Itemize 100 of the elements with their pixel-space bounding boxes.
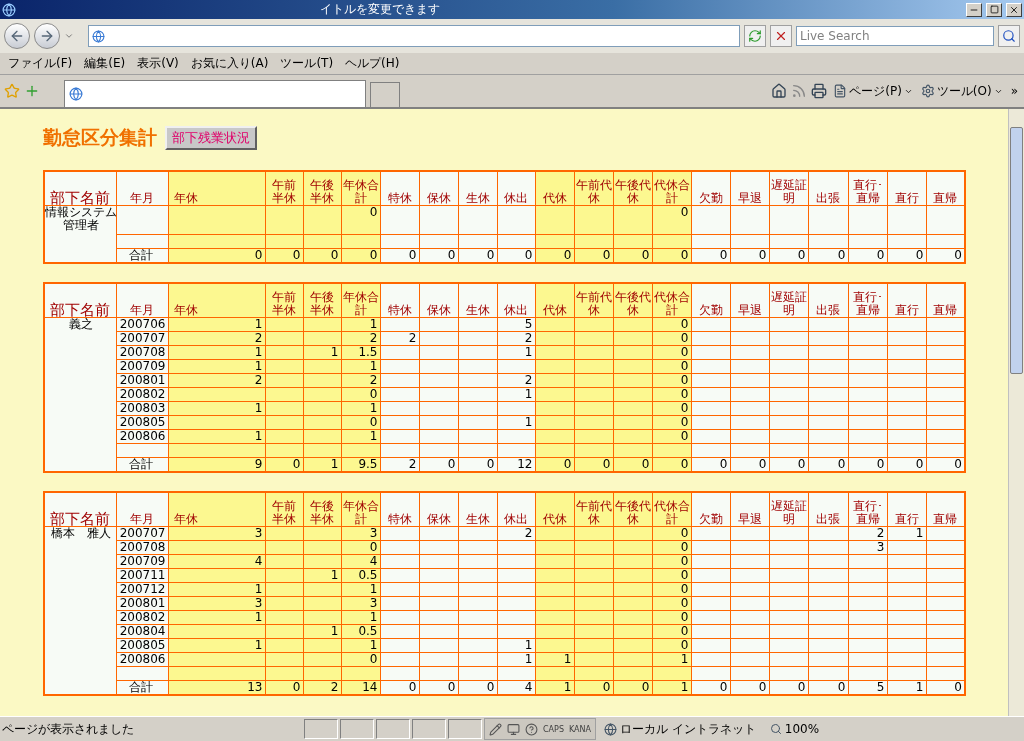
column-header: 代休 xyxy=(541,304,568,317)
browser-tab[interactable] xyxy=(64,80,366,107)
column-header: 欠勤 xyxy=(697,513,724,526)
command-button[interactable]: ページ(P) xyxy=(831,82,915,100)
month-cell: 200802 xyxy=(119,610,166,624)
menu-item[interactable]: 編集(E) xyxy=(82,54,128,73)
column-header: 遅延証明 xyxy=(769,291,808,317)
column-header: 代休 xyxy=(541,192,568,205)
table-cell: 2 xyxy=(254,373,263,387)
table-cell: 0 xyxy=(563,457,572,471)
table-cell: 0 xyxy=(680,359,689,373)
table-cell: 0 xyxy=(369,540,378,554)
table-cell: 1 xyxy=(254,582,263,596)
table-cell: 0 xyxy=(563,248,572,262)
language-bar[interactable]: CAPS KANA xyxy=(484,718,596,740)
menu-item[interactable]: ツール(T) xyxy=(278,54,336,73)
zoom-icon xyxy=(769,723,782,735)
globe-icon xyxy=(92,29,105,43)
table-cell: 2 xyxy=(524,331,533,345)
column-header: 生休 xyxy=(464,513,491,526)
column-header: 生休 xyxy=(464,304,491,317)
minimize-button[interactable] xyxy=(966,2,982,17)
month-cell: 200806 xyxy=(119,652,166,666)
column-header: 休出 xyxy=(503,192,530,205)
table-cell: 1 xyxy=(330,345,339,359)
status-pane xyxy=(412,719,446,739)
month-cell: 200801 xyxy=(119,596,166,610)
maximize-button[interactable] xyxy=(986,2,1002,17)
status-pane xyxy=(340,719,374,739)
month-cell: 200712 xyxy=(119,582,166,596)
forward-button[interactable] xyxy=(34,23,60,49)
refresh-button[interactable] xyxy=(744,25,766,47)
table-cell: 0 xyxy=(758,248,767,262)
column-header: 年休合計 xyxy=(341,291,380,317)
table-cell: 0 xyxy=(758,680,767,694)
table-cell: 1 xyxy=(369,582,378,596)
table-cell: 0 xyxy=(954,248,962,262)
table-cell: 0 xyxy=(719,457,728,471)
home-icon[interactable] xyxy=(771,83,788,99)
total-label: 合計 xyxy=(129,457,153,471)
table-cell: 12 xyxy=(517,457,533,471)
settings-icon xyxy=(920,84,935,98)
table-cell: 0 xyxy=(447,248,456,262)
table-cell: 0 xyxy=(641,248,650,262)
command-button[interactable]: ツール(O) xyxy=(918,82,1005,100)
column-header: 午前代休 xyxy=(574,179,613,205)
scroll-thumb[interactable] xyxy=(1010,127,1023,374)
table-cell: 0 xyxy=(369,248,378,262)
table-cell: 1 xyxy=(254,429,263,443)
favorites-star-icon[interactable] xyxy=(4,83,20,99)
search-button[interactable] xyxy=(998,25,1020,47)
column-header: 出張 xyxy=(815,192,841,205)
table-cell: 1 xyxy=(330,457,339,471)
employee-name: 義之 xyxy=(69,318,93,331)
table-cell: 1 xyxy=(254,359,263,373)
column-header: 年休合計 xyxy=(341,500,380,526)
column-header: 特休 xyxy=(386,192,413,205)
new-tab-button[interactable] xyxy=(370,82,400,107)
print-icon[interactable] xyxy=(811,83,828,99)
table-cell: 1 xyxy=(563,680,572,694)
maximize-icon xyxy=(989,5,999,14)
search-field[interactable]: Live Search xyxy=(796,26,994,46)
menu-item[interactable]: ファイル(F) xyxy=(6,54,75,73)
table-cell: 1 xyxy=(254,401,263,415)
column-header: 保休 xyxy=(425,513,452,526)
address-field[interactable] xyxy=(88,25,740,47)
column-header: 午前半休 xyxy=(271,291,297,317)
menu-item[interactable]: お気に入り(A) xyxy=(188,54,271,73)
table-cell: 0 xyxy=(408,680,417,694)
month-cell: 200806 xyxy=(119,429,166,443)
month-cell: 200709 xyxy=(119,554,166,568)
table-cell: 9 xyxy=(254,457,263,471)
column-header: 年休 xyxy=(173,304,199,317)
zoom-level[interactable]: 100% xyxy=(784,722,820,736)
table-cell: 0 xyxy=(680,317,689,331)
table-cell: 1 xyxy=(915,526,924,540)
table-cell: 1 xyxy=(330,568,339,582)
stop-button[interactable] xyxy=(770,25,792,47)
security-zone: ローカル イントラネット xyxy=(620,720,756,738)
table-cell: 1 xyxy=(524,387,533,401)
table-cell: 0 xyxy=(486,680,495,694)
dropdown-icon xyxy=(64,31,74,41)
scrollbar[interactable] xyxy=(1008,109,1024,716)
table-cell: 0 xyxy=(837,457,846,471)
table-cell: 1 xyxy=(369,317,378,331)
menu-item[interactable]: 表示(V) xyxy=(135,54,181,73)
browser-logo-icon xyxy=(2,2,16,17)
more-button[interactable]: » xyxy=(1008,84,1020,98)
status-pane xyxy=(304,719,338,739)
back-button[interactable] xyxy=(4,23,30,49)
table-cell: 1 xyxy=(524,652,533,666)
menu-item[interactable]: ヘルプ(H) xyxy=(343,54,402,73)
table-cell: 2 xyxy=(369,373,378,387)
table-cell: 1 xyxy=(369,610,378,624)
table-cell: 0 xyxy=(680,554,689,568)
column-header: 直帰 xyxy=(932,192,959,205)
table-cell: 1 xyxy=(369,429,378,443)
close-button[interactable] xyxy=(1006,2,1022,17)
table-cell: 13 xyxy=(247,680,263,694)
column-header: 午前代休 xyxy=(574,291,613,317)
